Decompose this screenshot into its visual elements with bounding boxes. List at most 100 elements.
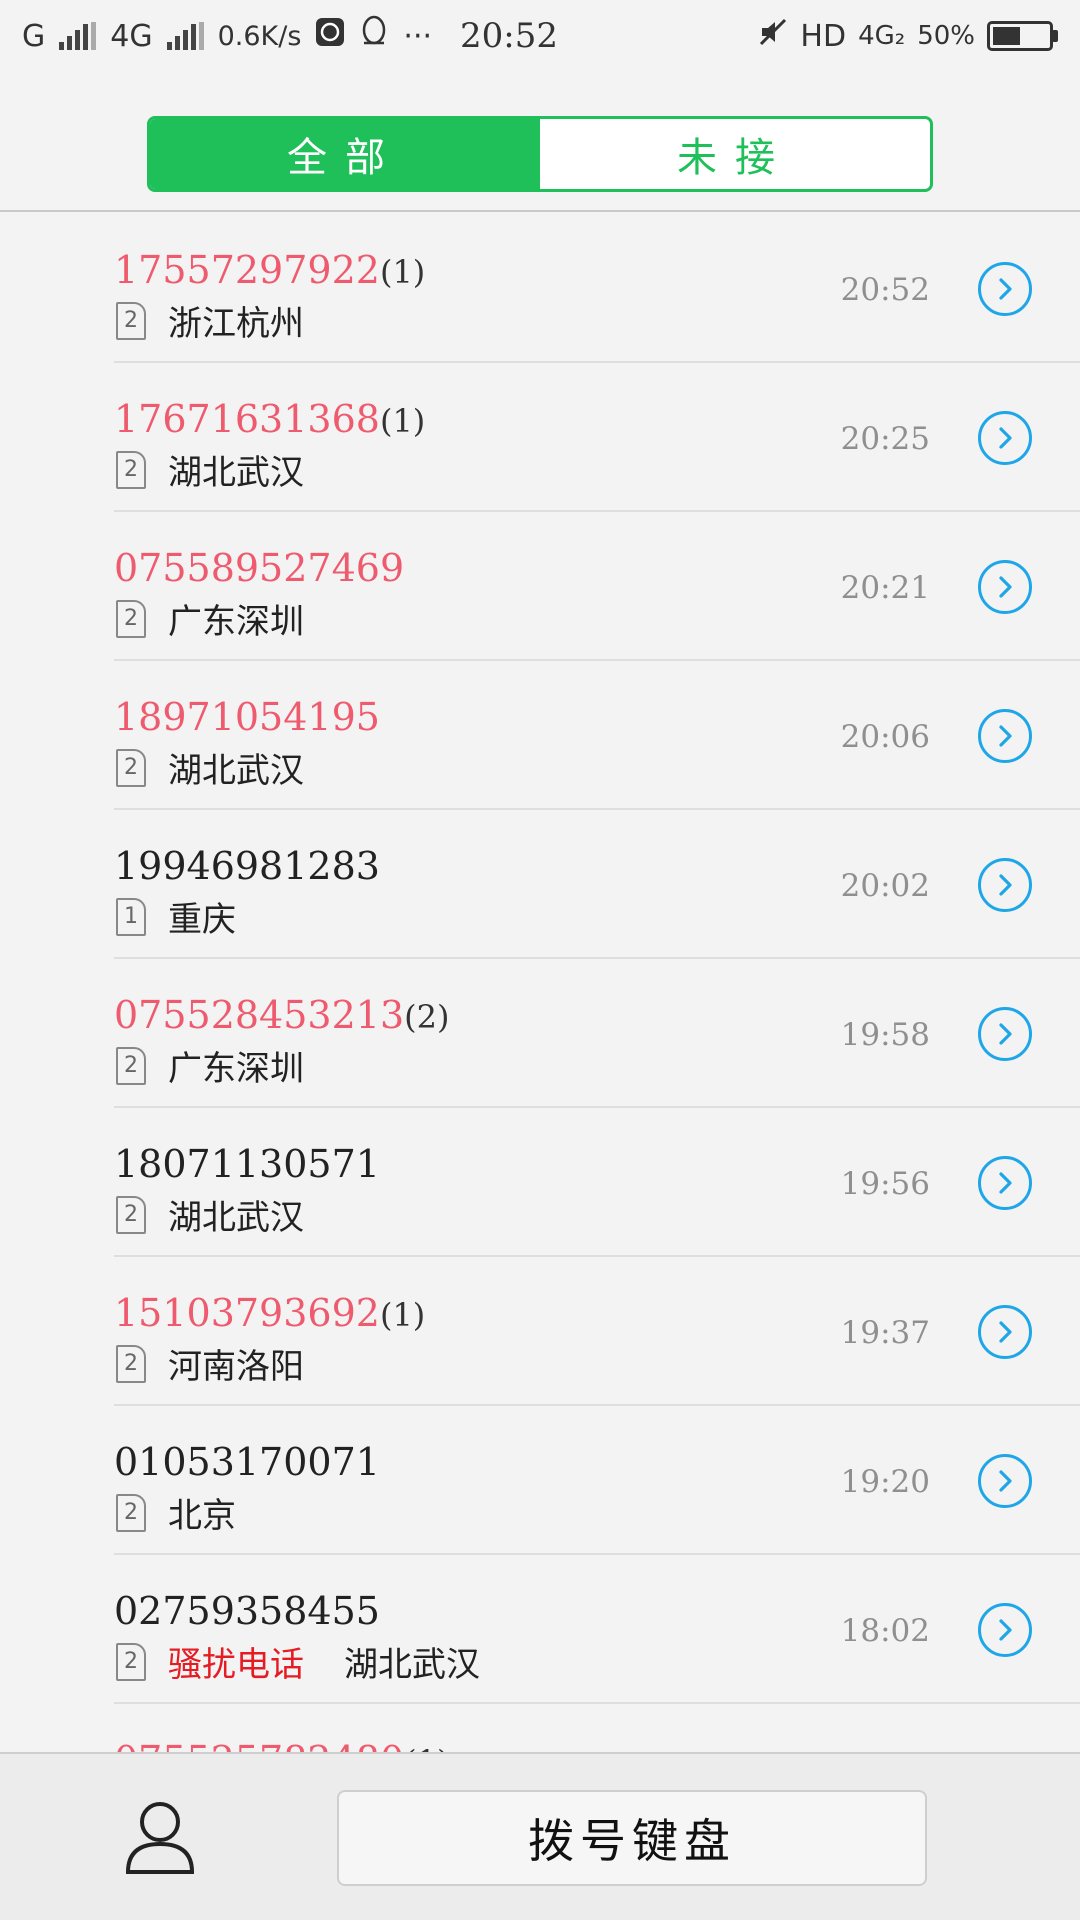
chevron-right-icon: [999, 1619, 1012, 1641]
call-time: 20:52: [840, 272, 930, 308]
call-row[interactable]: 02759358455 2 骚扰电话 湖北武汉 18:02: [114, 1555, 1080, 1704]
person-icon: [125, 1802, 195, 1874]
bottom-bar: 拨号键盘: [0, 1752, 1080, 1920]
chevron-right-icon: [999, 576, 1012, 598]
call-detail-button[interactable]: [978, 1007, 1032, 1061]
phone-number: 19946981283: [114, 844, 380, 888]
call-count: (1): [379, 253, 426, 291]
call-time: 19:37: [840, 1315, 930, 1351]
status-bar: G 4G 0.6K/s ··· 20:52 HD 4G₂ 50%: [0, 0, 1080, 72]
mute-icon: [758, 17, 788, 55]
chevron-right-icon: [999, 874, 1012, 896]
call-location: 重庆: [168, 900, 236, 940]
call-row[interactable]: 15103793692(1) 2 河南洛阳 19:37: [114, 1257, 1080, 1406]
call-detail-button[interactable]: [978, 1603, 1032, 1657]
sim-card-icon: 2: [116, 748, 146, 787]
chevron-right-icon: [999, 1023, 1012, 1045]
call-row[interactable]: 075589527469 2 广东深圳 20:21: [114, 512, 1080, 661]
call-detail-button[interactable]: [978, 411, 1032, 465]
tab-missed[interactable]: 未接: [540, 119, 930, 189]
chevron-right-icon: [999, 278, 1012, 300]
signal-1-icon: [59, 22, 97, 50]
call-row[interactable]: 17557297922(1) 2 浙江杭州 20:52: [114, 214, 1080, 363]
call-location: 湖北武汉: [168, 453, 304, 493]
call-info: 2 广东深圳: [116, 1041, 304, 1090]
call-location: 浙江杭州: [168, 304, 304, 344]
call-info: 2 湖北武汉: [116, 445, 304, 494]
sim-card-icon: 2: [116, 1046, 146, 1085]
network-type-label: 4G₂: [858, 21, 906, 51]
call-info: 1 重庆: [116, 892, 236, 941]
call-number-line: 18971054195: [114, 695, 380, 739]
call-info: 2 河南洛阳: [116, 1339, 304, 1388]
call-filter-tabs: 全部 未接: [147, 116, 933, 192]
call-count: (2): [404, 998, 450, 1036]
call-info: 2 湖北武汉: [116, 743, 304, 792]
call-location: 广东深圳: [168, 602, 304, 642]
call-number-line: 17557297922(1): [114, 248, 425, 292]
call-number-line: 15103793692(1): [114, 1291, 425, 1335]
call-time: 18:02: [840, 1613, 930, 1649]
call-row[interactable]: 19946981283 1 重庆 20:02: [114, 810, 1080, 959]
call-time: 20:21: [840, 570, 930, 606]
sim-card-icon: 2: [116, 450, 146, 489]
chevron-right-icon: [999, 427, 1012, 449]
call-location: 广东深圳: [168, 1049, 304, 1089]
call-info: 2 北京: [116, 1488, 236, 1537]
more-notifications-icon: ···: [403, 18, 433, 54]
call-row[interactable]: 01053170071 2 北京 19:20: [114, 1406, 1080, 1555]
carrier-1-label: G: [22, 18, 46, 54]
call-number-line: 18071130571: [114, 1142, 380, 1186]
sim-card-icon: 2: [116, 1642, 146, 1681]
call-number-line: 075528453213(2): [114, 993, 449, 1037]
qq-icon: [359, 15, 389, 57]
chevron-right-icon: [999, 1470, 1012, 1492]
call-time: 20:06: [840, 719, 930, 755]
tab-all[interactable]: 全部: [150, 119, 540, 189]
call-number-line: 075589527469: [114, 546, 404, 590]
call-location: 湖北武汉: [168, 1198, 304, 1238]
battery-percent: 50%: [917, 21, 975, 51]
phone-number: 18971054195: [114, 695, 380, 739]
call-detail-button[interactable]: [978, 560, 1032, 614]
call-detail-button[interactable]: [978, 709, 1032, 763]
call-info: 2 湖北武汉: [116, 1190, 304, 1239]
battery-icon: [987, 21, 1058, 51]
call-location: 北京: [168, 1496, 236, 1536]
chevron-right-icon: [999, 725, 1012, 747]
phone-number: 02759358455: [114, 1589, 380, 1633]
call-row[interactable]: 075525782480(1) 2: [114, 1704, 1080, 1754]
sim-card-icon: 2: [116, 599, 146, 638]
chevron-right-icon: [999, 1172, 1012, 1194]
call-detail-button[interactable]: [978, 262, 1032, 316]
call-time: 20:25: [840, 421, 930, 457]
call-count: (1): [379, 402, 426, 440]
call-row[interactable]: 17671631368(1) 2 湖北武汉 20:25: [114, 363, 1080, 512]
call-number-line: 02759358455: [114, 1589, 380, 1633]
sim-card-icon: 2: [116, 1493, 146, 1532]
phone-number: 15103793692: [114, 1291, 380, 1335]
call-row[interactable]: 18071130571 2 湖北武汉 19:56: [114, 1108, 1080, 1257]
call-location: 湖北武汉: [168, 751, 304, 791]
call-detail-button[interactable]: [978, 858, 1032, 912]
call-location: 河南洛阳: [168, 1347, 304, 1387]
spam-tag: 骚扰电话: [168, 1645, 304, 1685]
call-log-header: 全部 未接: [0, 72, 1080, 212]
call-detail-button[interactable]: [978, 1156, 1032, 1210]
call-time: 20:02: [840, 868, 930, 904]
call-detail-button[interactable]: [978, 1454, 1032, 1508]
sim-card-icon: 1: [116, 897, 146, 936]
call-detail-button[interactable]: [978, 1305, 1032, 1359]
clock: 20:52: [460, 16, 558, 56]
call-time: 19:56: [840, 1166, 930, 1202]
hd-label: HD: [800, 18, 847, 54]
call-row[interactable]: 18971054195 2 湖北武汉 20:06: [114, 661, 1080, 810]
sim-card-icon: 2: [116, 1344, 146, 1383]
call-log-list[interactable]: 17557297922(1) 2 浙江杭州 20:52 17671631368(…: [0, 214, 1080, 1754]
dial-pad-button[interactable]: 拨号键盘: [337, 1790, 927, 1886]
phone-number: 075589527469: [114, 546, 405, 590]
contacts-button[interactable]: [124, 1798, 196, 1878]
phone-number: 17671631368: [114, 397, 380, 441]
call-row[interactable]: 075528453213(2) 2 广东深圳 19:58: [114, 959, 1080, 1108]
call-location: 湖北武汉: [344, 1645, 480, 1685]
